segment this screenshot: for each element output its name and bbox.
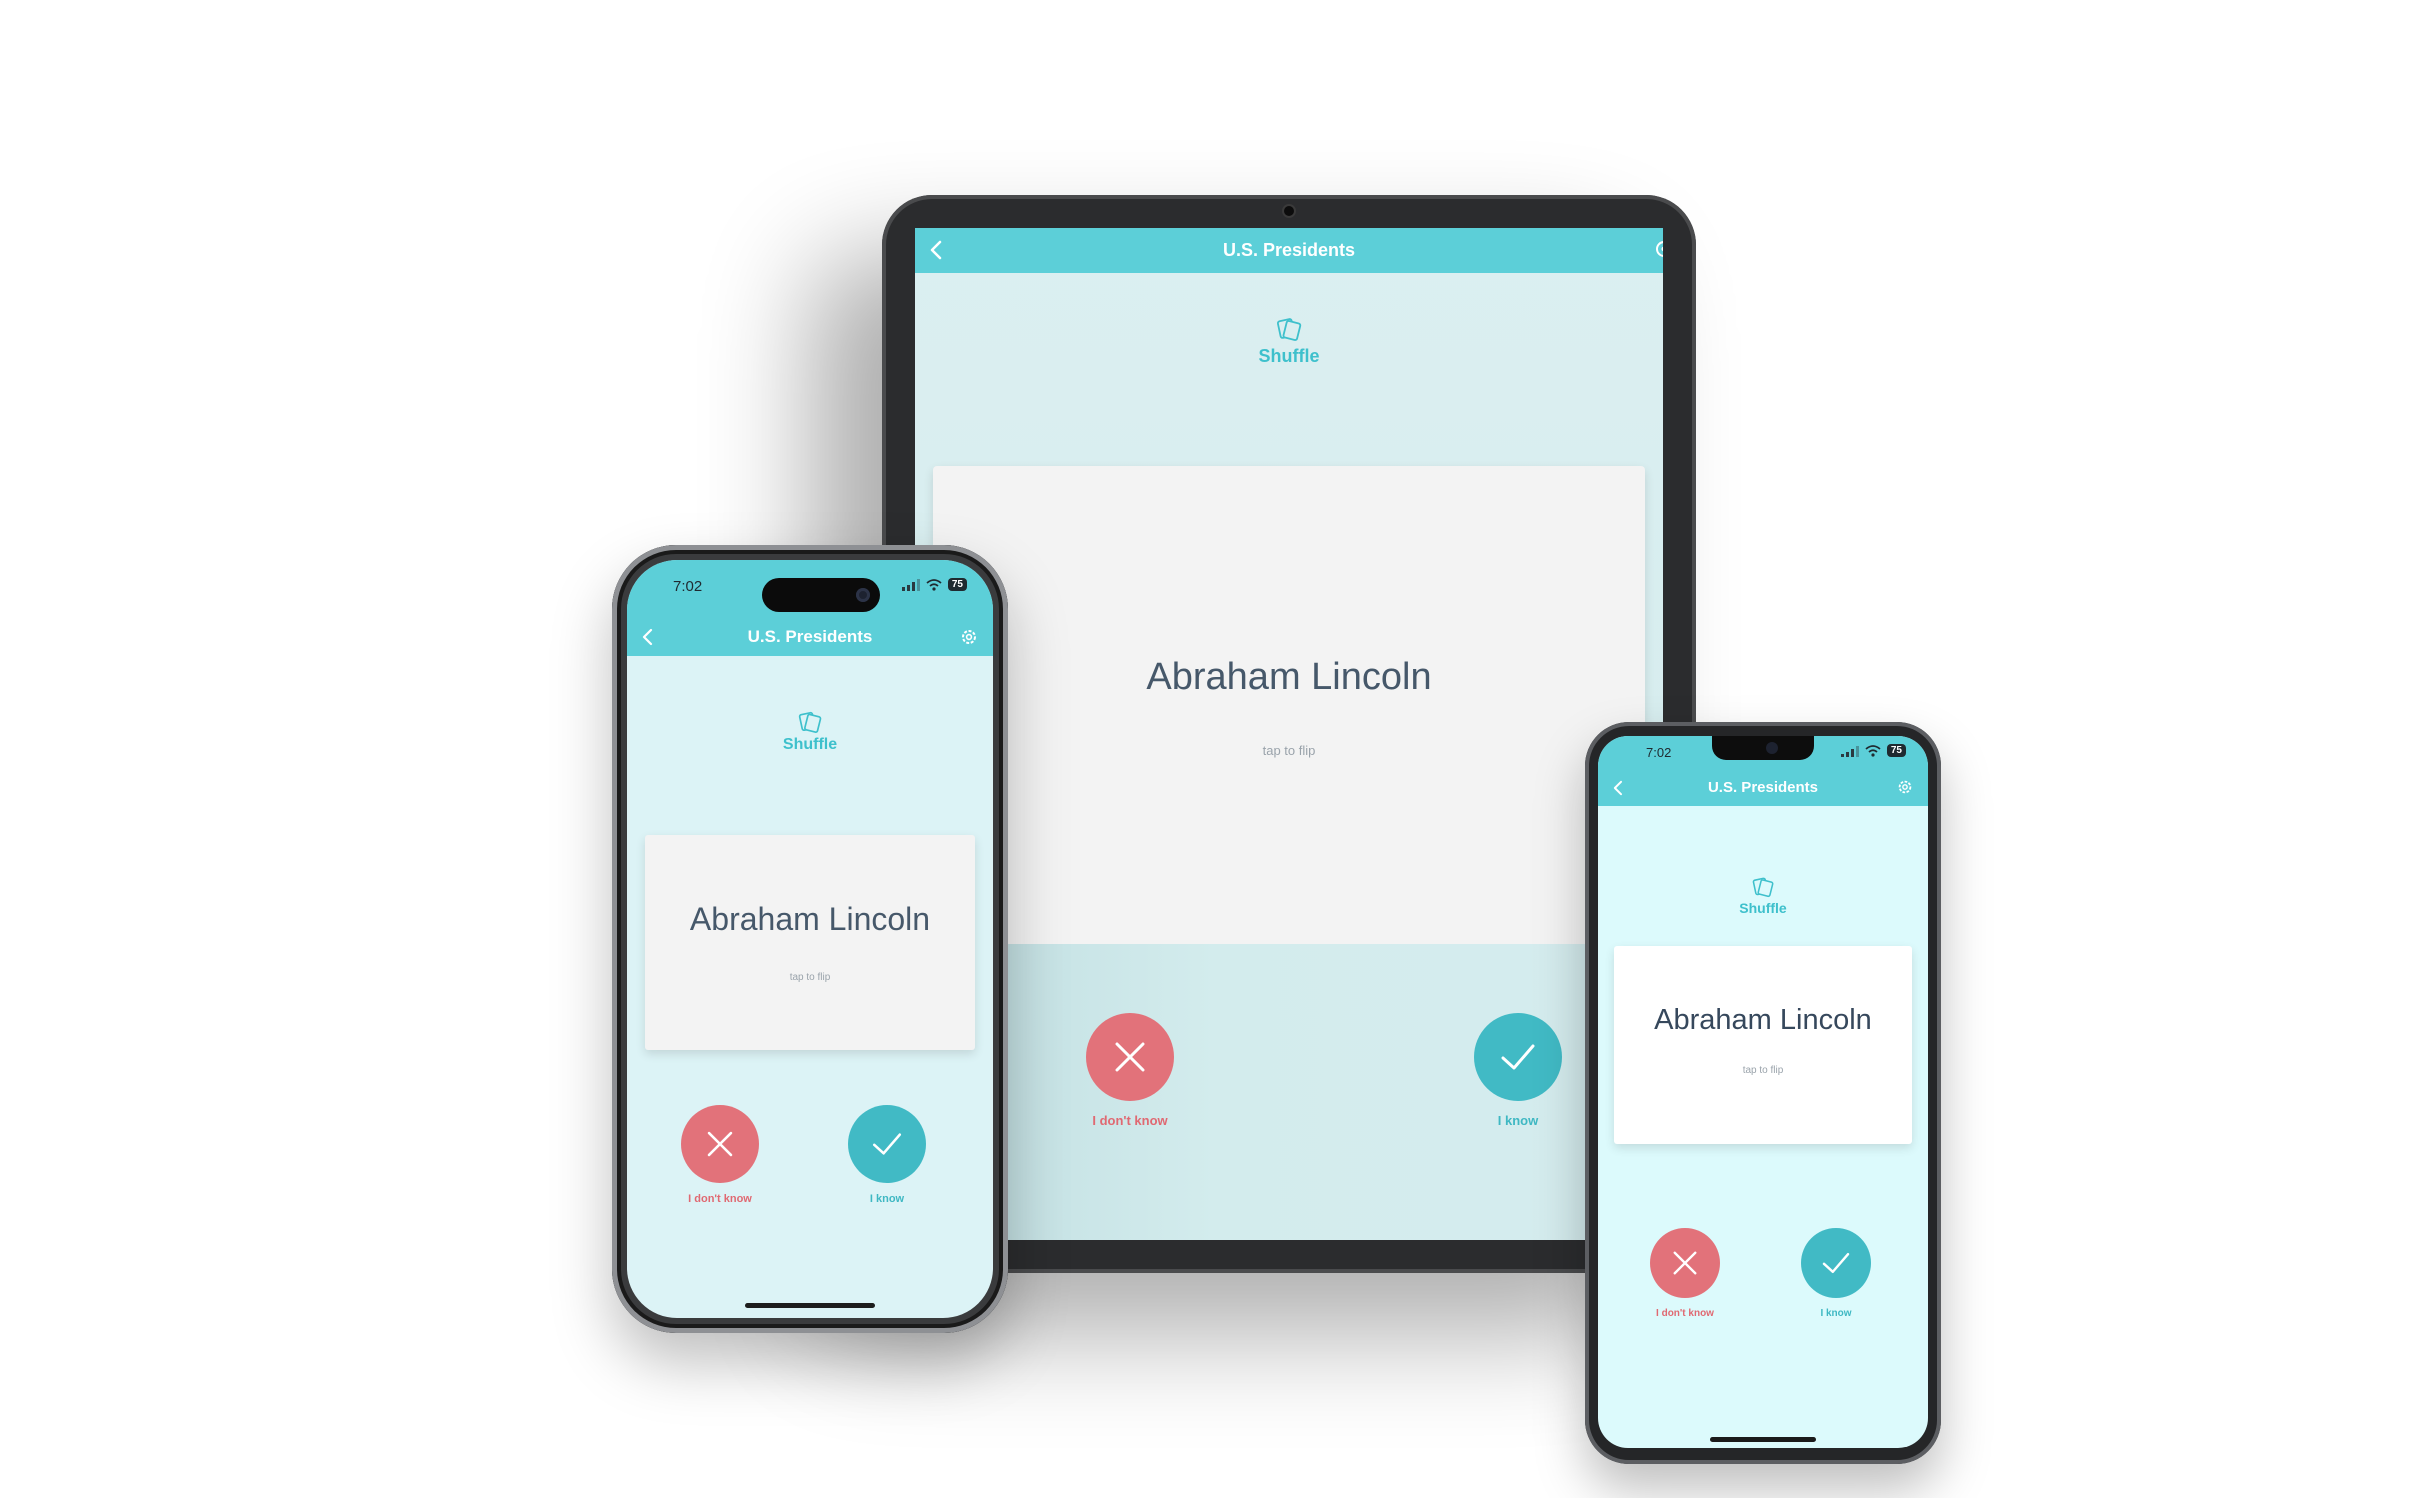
shuffle-button[interactable]: Shuffle: [627, 708, 993, 754]
flashcard[interactable]: Abraham Lincoln tap to flip: [933, 466, 1645, 944]
wifi-icon: [926, 578, 942, 591]
dont-know-label: I don't know: [1656, 1308, 1714, 1319]
card-hint: tap to flip: [1742, 1065, 1784, 1076]
iphone-screen: 7:02 75 U.S. Presidents Shuffle Abraham …: [627, 560, 993, 1318]
iphone-device: 7:02 75 U.S. Presidents Shuffle Abraham …: [612, 545, 1008, 1333]
card-term: Abraham Lincoln: [1146, 656, 1432, 698]
chevron-left-icon[interactable]: [641, 628, 653, 646]
shuffle-button[interactable]: Shuffle: [1598, 874, 1928, 916]
dynamic-island: [762, 578, 880, 612]
page-title: U.S. Presidents: [1707, 779, 1819, 796]
flashcard[interactable]: Abraham Lincoln tap to flip: [645, 835, 975, 1050]
status-time: 7:02: [673, 578, 703, 595]
check-icon: [1801, 1228, 1871, 1298]
card-term: Abraham Lincoln: [689, 901, 931, 937]
flashcard[interactable]: Abraham Lincoln tap to flip: [1614, 946, 1912, 1144]
know-label: I know: [869, 1193, 905, 1205]
tablet-screen: U.S. Presidents Shuffle Abraham Lincoln …: [915, 228, 1663, 1240]
know-button[interactable]: I know: [837, 1105, 937, 1205]
shuffle-label: Shuffle: [782, 736, 838, 753]
nav-bar: U.S. Presidents: [915, 228, 1663, 273]
android-screen: 7:02 75 U.S. Presidents Shuffle Abraham …: [1598, 736, 1928, 1448]
page-title: U.S. Presidents: [747, 627, 873, 646]
gear-icon[interactable]: [1653, 238, 1663, 260]
gear-icon[interactable]: [959, 627, 979, 647]
shuffle-label: Shuffle: [1739, 900, 1787, 916]
shuffle-label: Shuffle: [1258, 346, 1320, 366]
x-icon: [681, 1105, 759, 1183]
cards-icon: [1276, 318, 1302, 341]
front-camera: [1284, 206, 1294, 216]
gear-icon[interactable]: [1896, 778, 1914, 796]
dont-know-button[interactable]: I don't know: [670, 1105, 770, 1205]
camera-notch: [1712, 736, 1814, 760]
check-icon: [1474, 1013, 1562, 1101]
android-device: 7:02 75 U.S. Presidents Shuffle Abraham …: [1585, 722, 1941, 1464]
x-icon: [1650, 1228, 1720, 1298]
know-label: I know: [1820, 1308, 1852, 1319]
battery-icon: 75: [1886, 744, 1906, 757]
signal-icon: [1840, 745, 1859, 757]
check-icon: [848, 1105, 926, 1183]
shuffle-button[interactable]: Shuffle: [915, 314, 1663, 367]
cards-icon: [1752, 877, 1774, 898]
know-button[interactable]: I know: [1791, 1228, 1881, 1319]
chevron-left-icon[interactable]: [929, 240, 943, 260]
card-term: Abraham Lincoln: [1654, 1004, 1872, 1036]
dont-know-label: I don't know: [1092, 1113, 1168, 1128]
card-hint: tap to flip: [1262, 743, 1316, 758]
page-title: U.S. Presidents: [1222, 240, 1356, 260]
status-time: 7:02: [1646, 745, 1672, 760]
signal-icon: [901, 578, 920, 591]
battery-icon: 75: [947, 578, 967, 591]
home-indicator[interactable]: [1710, 1437, 1816, 1442]
home-indicator[interactable]: [745, 1303, 875, 1308]
dont-know-label: I don't know: [688, 1193, 752, 1205]
dont-know-button[interactable]: I don't know: [1640, 1228, 1730, 1319]
nav-bar: U.S. Presidents: [627, 618, 993, 656]
dont-know-button[interactable]: I don't know: [1075, 1013, 1185, 1128]
chevron-left-icon[interactable]: [1612, 780, 1623, 796]
x-icon: [1086, 1013, 1174, 1101]
nav-bar: U.S. Presidents: [1598, 770, 1928, 806]
cards-icon: [798, 711, 822, 733]
know-button[interactable]: I know: [1463, 1013, 1573, 1128]
wifi-icon: [1865, 744, 1881, 757]
know-label: I know: [1497, 1113, 1539, 1128]
card-hint: tap to flip: [789, 972, 831, 983]
